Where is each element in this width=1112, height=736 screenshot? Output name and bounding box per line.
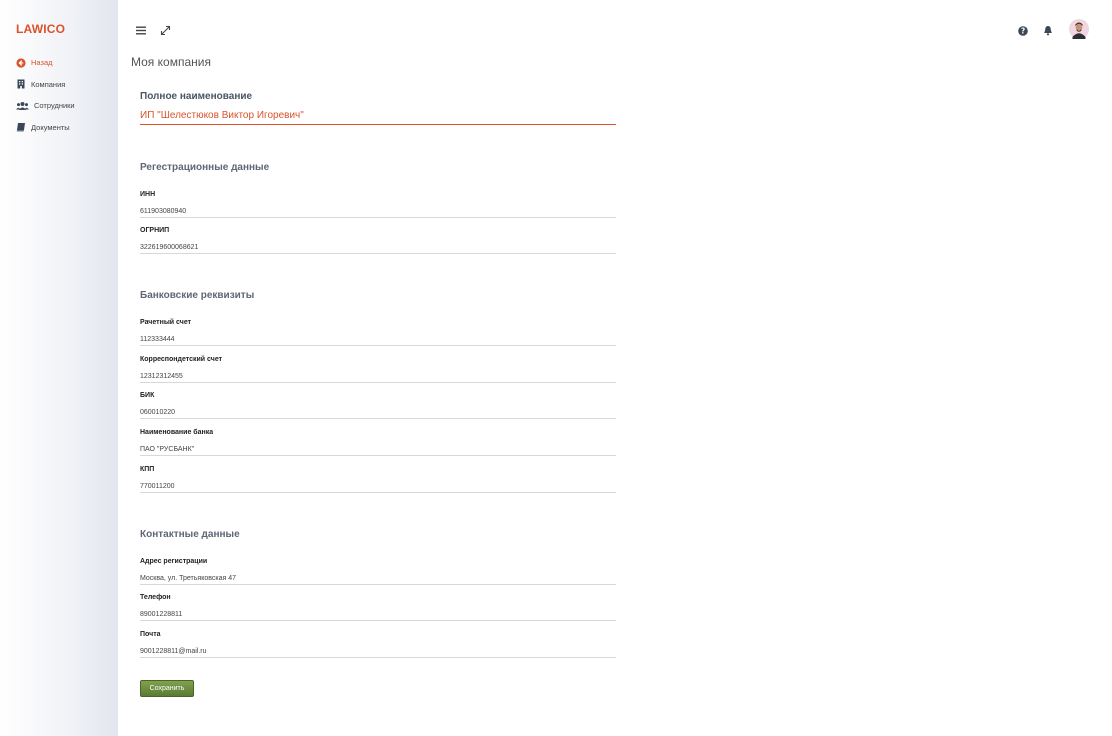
save-button[interactable]: Сохранить	[140, 680, 194, 697]
kpp-input[interactable]: 770011200	[140, 473, 616, 493]
menu-icon[interactable]	[136, 26, 146, 35]
sidebar-item-label: Документы	[31, 122, 70, 132]
bik-field[interactable]: БИК 060010220	[140, 392, 616, 419]
users-icon	[16, 101, 29, 110]
field-label: БИК	[140, 392, 155, 399]
bell-icon[interactable]	[1043, 25, 1053, 36]
help-icon[interactable]: ?	[1018, 26, 1028, 36]
email-field[interactable]: Почта 9001228811@mail.ru	[140, 631, 616, 658]
field-label: Почта	[140, 631, 161, 638]
expand-icon[interactable]	[160, 25, 171, 36]
address-field[interactable]: Адрес регистрации Москва, ул. Третьяковс…	[140, 558, 616, 585]
sidebar-item-employees[interactable]: Сотрудники	[16, 95, 75, 117]
avatar[interactable]	[1069, 19, 1089, 39]
inn-field[interactable]: ИНН 611903080940	[140, 191, 616, 218]
account-input[interactable]: 112333444	[140, 326, 616, 346]
svg-text:?: ?	[1021, 27, 1025, 36]
fullname-input[interactable]: ИП "Шелестюков Виктор Игоревич"	[140, 102, 616, 125]
address-input[interactable]: Москва, ул. Третьяковская 47	[140, 565, 616, 585]
sidebar-nav: Назад Компания Сотрудники Документы	[16, 52, 75, 138]
sidebar-item-label: Сотрудники	[34, 101, 75, 111]
fullname-field[interactable]: Полное наименование ИП "Шелестюков Викто…	[140, 91, 616, 125]
sidebar: LAWICO Назад Компания Сотрудники Докумен…	[0, 0, 118, 736]
account-field[interactable]: Рачетный счет 112333444	[140, 319, 616, 346]
field-label: КПП	[140, 466, 155, 473]
corr-account-field[interactable]: Корреспондетский счет 12312312455	[140, 356, 616, 383]
bank-name-field[interactable]: Наименование банка ПАО "РУСБАНК"	[140, 429, 616, 456]
inn-input[interactable]: 611903080940	[140, 198, 616, 218]
registration-section-title: Регестрационные данные	[140, 162, 270, 173]
fullname-label: Полное наименование	[140, 91, 253, 102]
contacts-section-title: Контактные данные	[140, 529, 240, 540]
sidebar-item-label: Компания	[31, 79, 66, 89]
corr-account-input[interactable]: 12312312455	[140, 363, 616, 383]
field-label: Адрес регистрации	[140, 558, 208, 565]
phone-input[interactable]: 89001228811	[140, 601, 616, 621]
building-icon	[17, 79, 25, 89]
bik-input[interactable]: 060010220	[140, 399, 616, 419]
sidebar-item-back[interactable]: Назад	[16, 52, 75, 74]
sidebar-item-label: Назад	[31, 58, 53, 68]
field-label: ОГРНИП	[140, 227, 170, 234]
field-label: Наименование банка	[140, 429, 214, 436]
field-label: Телефон	[140, 594, 171, 601]
field-label: Корреспондетский счет	[140, 356, 223, 363]
phone-field[interactable]: Телефон 89001228811	[140, 594, 616, 621]
ogrnip-field[interactable]: ОГРНИП 322619600068621	[140, 227, 616, 254]
kpp-field[interactable]: КПП 770011200	[140, 466, 616, 493]
field-label: Рачетный счет	[140, 319, 192, 326]
ogrnip-input[interactable]: 322619600068621	[140, 234, 616, 254]
app-logo[interactable]: LAWICO	[16, 22, 65, 36]
email-input[interactable]: 9001228811@mail.ru	[140, 638, 616, 658]
arrow-left-circle-icon	[16, 58, 26, 68]
book-icon	[16, 123, 25, 132]
sidebar-item-company[interactable]: Компания	[16, 74, 75, 96]
page-title: Моя компания	[131, 55, 211, 69]
bank-name-input[interactable]: ПАО "РУСБАНК"	[140, 436, 616, 456]
field-label: ИНН	[140, 191, 156, 198]
bank-section-title: Банковские реквизиты	[140, 290, 255, 301]
sidebar-item-documents[interactable]: Документы	[16, 117, 75, 139]
